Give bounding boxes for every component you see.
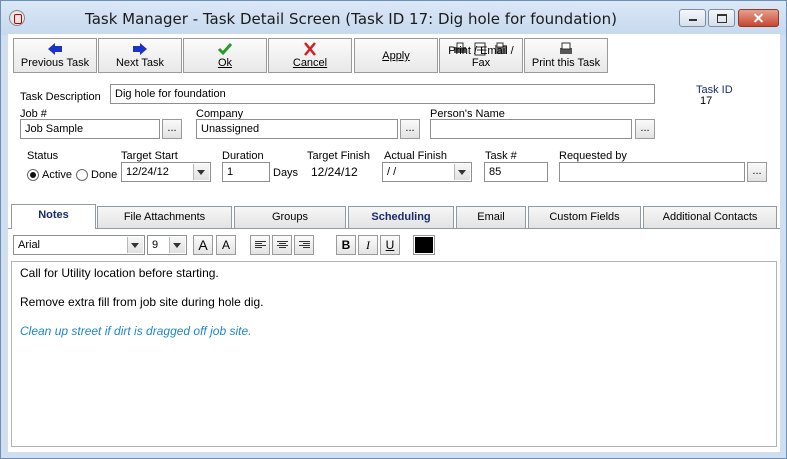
target-finish-label: Target Finish xyxy=(307,150,370,162)
cancel-label: Cancel xyxy=(292,57,328,69)
font-family-select[interactable]: Arial xyxy=(13,235,145,255)
requested-by-lookup-button[interactable]: ... xyxy=(747,162,767,182)
font-size-select[interactable]: 9 xyxy=(147,235,187,255)
actual-finish-value: / / xyxy=(387,166,397,178)
apply-label: Apply xyxy=(382,50,410,62)
task-detail-window: Task Manager - Task Detail Screen (Task … xyxy=(0,0,787,459)
tab-additional-contacts[interactable]: Additional Contacts xyxy=(643,206,777,228)
duration-label: Duration xyxy=(222,150,264,162)
maximize-button[interactable] xyxy=(708,9,735,27)
status-active-radio[interactable] xyxy=(27,169,39,181)
red-x-icon xyxy=(269,42,351,56)
job-lookup-button[interactable]: ... xyxy=(162,119,182,139)
task-detail-form: Previous Task Next Task Ok Cancel Apply xyxy=(8,34,780,452)
print-email-fax-button[interactable]: Print / Email / Fax xyxy=(439,38,523,73)
task-description-label: Task Description xyxy=(20,91,101,103)
align-left-icon xyxy=(255,241,266,250)
printer-icon xyxy=(525,42,607,56)
target-start-value: 12/24/12 xyxy=(126,166,169,178)
align-center-button[interactable] xyxy=(272,235,292,255)
status-label: Status xyxy=(27,150,59,162)
requested-by-label: Requested by xyxy=(559,150,627,162)
company-field[interactable]: Unassigned xyxy=(196,119,398,139)
right-arrow-icon xyxy=(99,42,181,56)
chevron-down-icon[interactable] xyxy=(127,237,143,253)
cancel-button[interactable]: Cancel xyxy=(268,38,352,73)
close-button[interactable] xyxy=(738,9,779,27)
grow-font-button[interactable]: A xyxy=(193,235,213,255)
left-arrow-icon xyxy=(14,42,96,56)
tab-scheduling[interactable]: Scheduling xyxy=(348,206,454,228)
chevron-down-icon[interactable] xyxy=(454,164,470,180)
ok-label: Ok xyxy=(217,57,233,69)
align-center-icon xyxy=(277,241,288,250)
shrink-font-button[interactable]: A xyxy=(216,235,236,255)
status-active-label: Active xyxy=(42,169,72,181)
notes-line: Remove extra fill from job site during h… xyxy=(20,295,264,309)
previous-task-label: Previous Task xyxy=(20,57,90,69)
requested-by-field[interactable] xyxy=(559,162,745,182)
print-email-fax-label: Print / Email / Fax xyxy=(448,45,514,69)
tab-custom-fields[interactable]: Custom Fields xyxy=(528,206,641,228)
font-size-value: 9 xyxy=(152,239,159,251)
align-left-button[interactable] xyxy=(250,235,270,255)
target-finish-value: 12/24/12 xyxy=(311,165,358,179)
notes-line: Call for Utility location before startin… xyxy=(20,266,219,280)
tab-file-attachments[interactable]: File Attachments xyxy=(97,206,232,228)
tab-bar: Notes File Attachments Groups Scheduling… xyxy=(8,204,780,229)
status-done-radio[interactable] xyxy=(76,169,88,181)
italic-button[interactable]: I xyxy=(358,235,378,255)
status-done-label: Done xyxy=(91,169,118,181)
window-title: Task Manager - Task Detail Screen (Task … xyxy=(85,10,617,28)
shrink-font-icon: A xyxy=(221,238,230,252)
duration-unit: Days xyxy=(273,167,299,179)
tab-email[interactable]: Email xyxy=(456,206,526,228)
persons-name-field[interactable] xyxy=(430,119,632,139)
actual-finish-field[interactable]: / / xyxy=(382,162,472,182)
font-family-value: Arial xyxy=(18,239,41,251)
apply-button[interactable]: Apply xyxy=(354,38,438,73)
duration-field[interactable]: 1 xyxy=(222,162,270,182)
underline-button[interactable]: U xyxy=(380,235,400,255)
job-field[interactable]: Job Sample xyxy=(20,119,160,139)
print-task-button[interactable]: Print this Task xyxy=(524,38,608,73)
chevron-down-icon[interactable] xyxy=(193,164,209,180)
target-start-label: Target Start xyxy=(121,150,178,162)
text-color-swatch xyxy=(415,237,433,253)
task-description-field[interactable]: Dig hole for foundation xyxy=(110,84,655,104)
company-lookup-button[interactable]: ... xyxy=(400,119,420,139)
minimize-button[interactable] xyxy=(679,9,706,27)
next-task-button[interactable]: Next Task xyxy=(98,38,182,73)
next-task-label: Next Task xyxy=(115,57,165,69)
notes-line: Clean up street if dirt is dragged off j… xyxy=(20,324,252,338)
previous-task-button[interactable]: Previous Task xyxy=(13,38,97,73)
bold-button[interactable]: B xyxy=(336,235,356,255)
align-right-icon xyxy=(299,241,310,250)
tab-groups[interactable]: Groups xyxy=(234,206,346,228)
task-number-label: Task # xyxy=(485,150,517,162)
target-start-field[interactable]: 12/24/12 xyxy=(121,162,211,182)
tab-notes[interactable]: Notes xyxy=(11,204,96,229)
title-bar[interactable]: Task Manager - Task Detail Screen (Task … xyxy=(1,1,786,35)
print-task-label: Print this Task xyxy=(531,57,601,69)
align-right-button[interactable] xyxy=(294,235,314,255)
task-id-value: 17 xyxy=(700,95,713,107)
grow-font-icon: A xyxy=(198,237,208,253)
text-color-button[interactable] xyxy=(413,235,435,255)
chevron-down-icon[interactable] xyxy=(169,237,185,253)
persons-name-lookup-button[interactable]: ... xyxy=(635,119,655,139)
task-number-field[interactable]: 85 xyxy=(484,162,548,182)
actual-finish-label: Actual Finish xyxy=(384,150,447,162)
ok-button[interactable]: Ok xyxy=(183,38,267,73)
checkmark-icon xyxy=(184,42,266,56)
notes-editor[interactable]: Call for Utility location before startin… xyxy=(11,261,777,447)
